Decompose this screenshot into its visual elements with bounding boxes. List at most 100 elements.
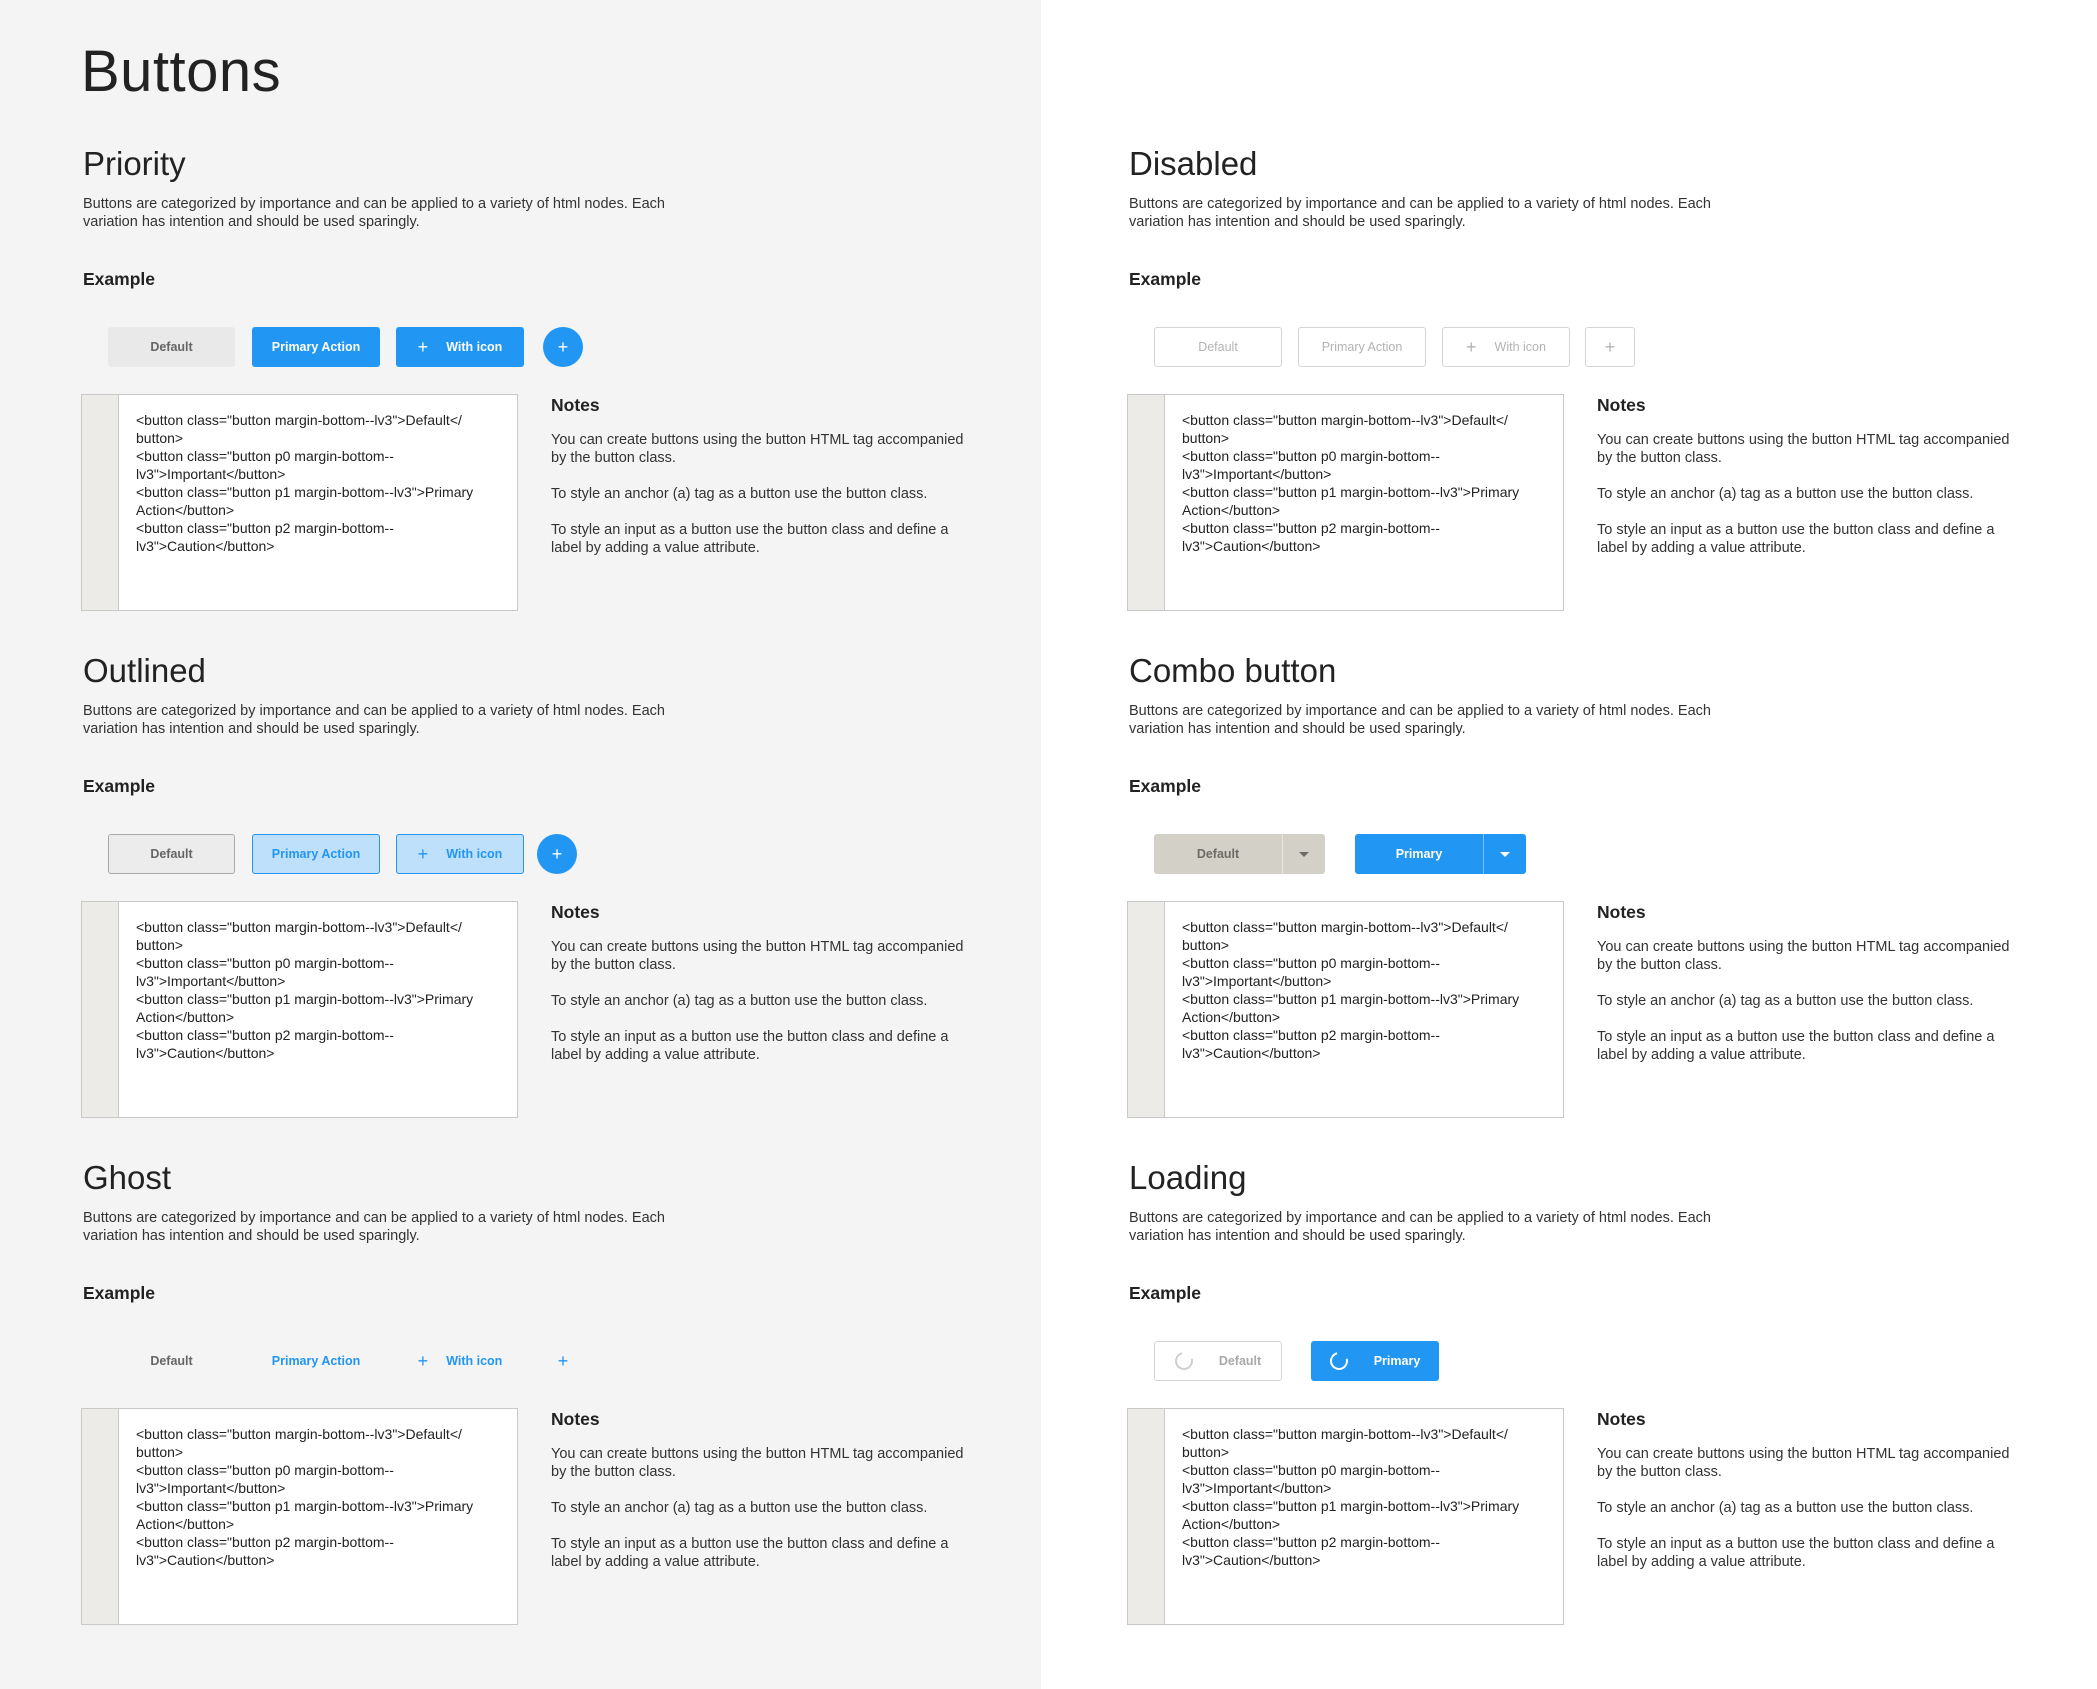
- notes-title: Notes: [551, 902, 600, 922]
- loading-primary-button[interactable]: Primary: [1311, 1341, 1439, 1381]
- with-icon-button-label: With icon: [446, 1354, 503, 1368]
- icon-only-button-disabled[interactable]: +: [1585, 327, 1635, 367]
- icon-only-button[interactable]: +: [543, 1341, 583, 1381]
- code-line: Action</button>: [1182, 502, 1281, 518]
- default-button-label: Default: [150, 340, 193, 354]
- note-item: To style an input as a button use the bu…: [551, 1029, 949, 1063]
- plus-icon: +: [417, 1351, 429, 1371]
- code-sample: <button class="button margin-bottom--lv3…: [1127, 1408, 1564, 1625]
- code-line: button>: [136, 430, 184, 446]
- caret-down-icon: [1299, 851, 1309, 857]
- notes-body: You can create buttons using the button …: [1597, 1445, 2017, 1589]
- code-line: <button class="button p2 margin-bottom--: [136, 1027, 394, 1043]
- primary-action-button[interactable]: Primary Action: [252, 1341, 380, 1381]
- section-loading: Loading Buttons are categorized by impor…: [1127, 1159, 2009, 1639]
- with-icon-button-label: With icon: [446, 340, 503, 354]
- section-title: Combo button: [1129, 652, 1337, 689]
- icon-only-button[interactable]: +: [537, 834, 577, 874]
- default-button[interactable]: Default: [108, 1341, 235, 1381]
- default-button-disabled[interactable]: Default: [1154, 327, 1282, 367]
- code-line: <button class="button p2 margin-bottom--: [136, 520, 394, 536]
- code-text: <button class="button margin-bottom--lv3…: [136, 1425, 508, 1569]
- loading-default-button[interactable]: Default: [1154, 1341, 1282, 1381]
- section-description: Buttons are categorized by importance an…: [1129, 196, 1711, 230]
- combo-primary-button[interactable]: Primary: [1355, 834, 1483, 874]
- code-sample: <button class="button margin-bottom--lv3…: [1127, 394, 1564, 611]
- note-item: To style an input as a button use the bu…: [551, 1536, 949, 1570]
- note-item: To style an anchor (a) tag as a button u…: [1597, 486, 1974, 502]
- page-title: Buttons: [81, 39, 282, 104]
- example-label: Example: [83, 776, 155, 796]
- code-line: <button class="button p1 margin-bottom--…: [1182, 484, 1520, 500]
- code-line: lv3">Caution</button>: [136, 538, 275, 554]
- code-line: lv3">Important</button>: [1182, 973, 1332, 989]
- note-item: To style an anchor (a) tag as a button u…: [551, 993, 928, 1009]
- primary-action-button[interactable]: Primary Action: [252, 834, 380, 874]
- note-item: You can create buttons using the button …: [551, 939, 964, 973]
- code-line: Action</button>: [136, 502, 235, 518]
- code-line: <button class="button margin-bottom--lv3…: [1182, 1426, 1508, 1442]
- code-line: lv3">Important</button>: [1182, 1480, 1332, 1496]
- code-line: <button class="button p1 margin-bottom--…: [136, 1498, 474, 1514]
- note-item: To style an input as a button use the bu…: [551, 522, 949, 556]
- section-description: Buttons are categorized by importance an…: [83, 703, 665, 737]
- plus-icon: +: [1604, 337, 1616, 357]
- note-item: To style an input as a button use the bu…: [1597, 522, 1995, 556]
- primary-action-button-disabled[interactable]: Primary Action: [1298, 327, 1426, 367]
- notes-body: You can create buttons using the button …: [551, 938, 971, 1082]
- code-sample: <button class="button margin-bottom--lv3…: [1127, 901, 1564, 1118]
- section-combo-button: Combo button Buttons are categorized by …: [1127, 652, 2009, 1132]
- with-icon-button-disabled[interactable]: + With icon: [1442, 327, 1570, 367]
- note-item: To style an anchor (a) tag as a button u…: [1597, 1500, 1974, 1516]
- code-line: Action</button>: [136, 1009, 235, 1025]
- default-button[interactable]: Default: [108, 327, 235, 367]
- code-text: <button class="button margin-bottom--lv3…: [1182, 411, 1554, 555]
- code-line: Action</button>: [1182, 1009, 1281, 1025]
- plus-icon: +: [417, 337, 429, 357]
- code-line: lv3">Caution</button>: [1182, 1552, 1321, 1568]
- plus-icon: +: [551, 844, 563, 864]
- code-line: button>: [1182, 430, 1230, 446]
- code-line: lv3">Important</button>: [136, 973, 286, 989]
- notes-title: Notes: [1597, 1409, 1646, 1429]
- code-line: <button class="button margin-bottom--lv3…: [136, 1426, 462, 1442]
- combo-primary-button-label: Primary: [1395, 847, 1443, 861]
- section-description: Buttons are categorized by importance an…: [83, 1210, 665, 1244]
- combo-primary-dropdown-toggle[interactable]: [1483, 834, 1526, 874]
- note-item: You can create buttons using the button …: [551, 1446, 964, 1480]
- icon-only-button[interactable]: +: [543, 327, 583, 367]
- code-line: <button class="button p0 margin-bottom--: [136, 448, 394, 464]
- notes-title: Notes: [1597, 902, 1646, 922]
- default-button[interactable]: Default: [108, 834, 235, 874]
- code-line: <button class="button p1 margin-bottom--…: [1182, 1498, 1520, 1514]
- with-icon-button[interactable]: + With icon: [396, 327, 524, 367]
- with-icon-button[interactable]: + With icon: [396, 1341, 524, 1381]
- example-label: Example: [1129, 776, 1201, 796]
- section-title: Disabled: [1129, 145, 1258, 182]
- code-gutter: [82, 1409, 119, 1624]
- code-line: <button class="button p0 margin-bottom--: [136, 955, 394, 971]
- with-icon-button[interactable]: + With icon: [396, 834, 524, 874]
- notes-body: You can create buttons using the button …: [1597, 938, 2017, 1082]
- example-label: Example: [83, 1283, 155, 1303]
- combo-default-dropdown-toggle[interactable]: [1282, 834, 1325, 874]
- note-item: To style an anchor (a) tag as a button u…: [551, 1500, 928, 1516]
- code-line: <button class="button p1 margin-bottom--…: [1182, 991, 1520, 1007]
- plus-icon: +: [557, 337, 569, 357]
- code-line: <button class="button p2 margin-bottom--: [1182, 1027, 1440, 1043]
- code-line: <button class="button margin-bottom--lv3…: [136, 919, 462, 935]
- code-line: <button class="button p0 margin-bottom--: [1182, 448, 1440, 464]
- code-line: lv3">Caution</button>: [136, 1045, 275, 1061]
- combo-default-button-label: Default: [1196, 847, 1240, 861]
- loading-spinner-icon: [1171, 1348, 1197, 1374]
- plus-icon: +: [557, 1351, 569, 1371]
- example-label: Example: [83, 269, 155, 289]
- code-line: Action</button>: [136, 1516, 235, 1532]
- primary-action-button[interactable]: Primary Action: [252, 327, 380, 367]
- combo-default-button[interactable]: Default: [1154, 834, 1282, 874]
- notes-body: You can create buttons using the button …: [1597, 431, 2017, 575]
- code-line: <button class="button margin-bottom--lv3…: [1182, 919, 1508, 935]
- section-title: Outlined: [83, 652, 206, 689]
- example-label: Example: [1129, 269, 1201, 289]
- code-line: button>: [1182, 1444, 1230, 1460]
